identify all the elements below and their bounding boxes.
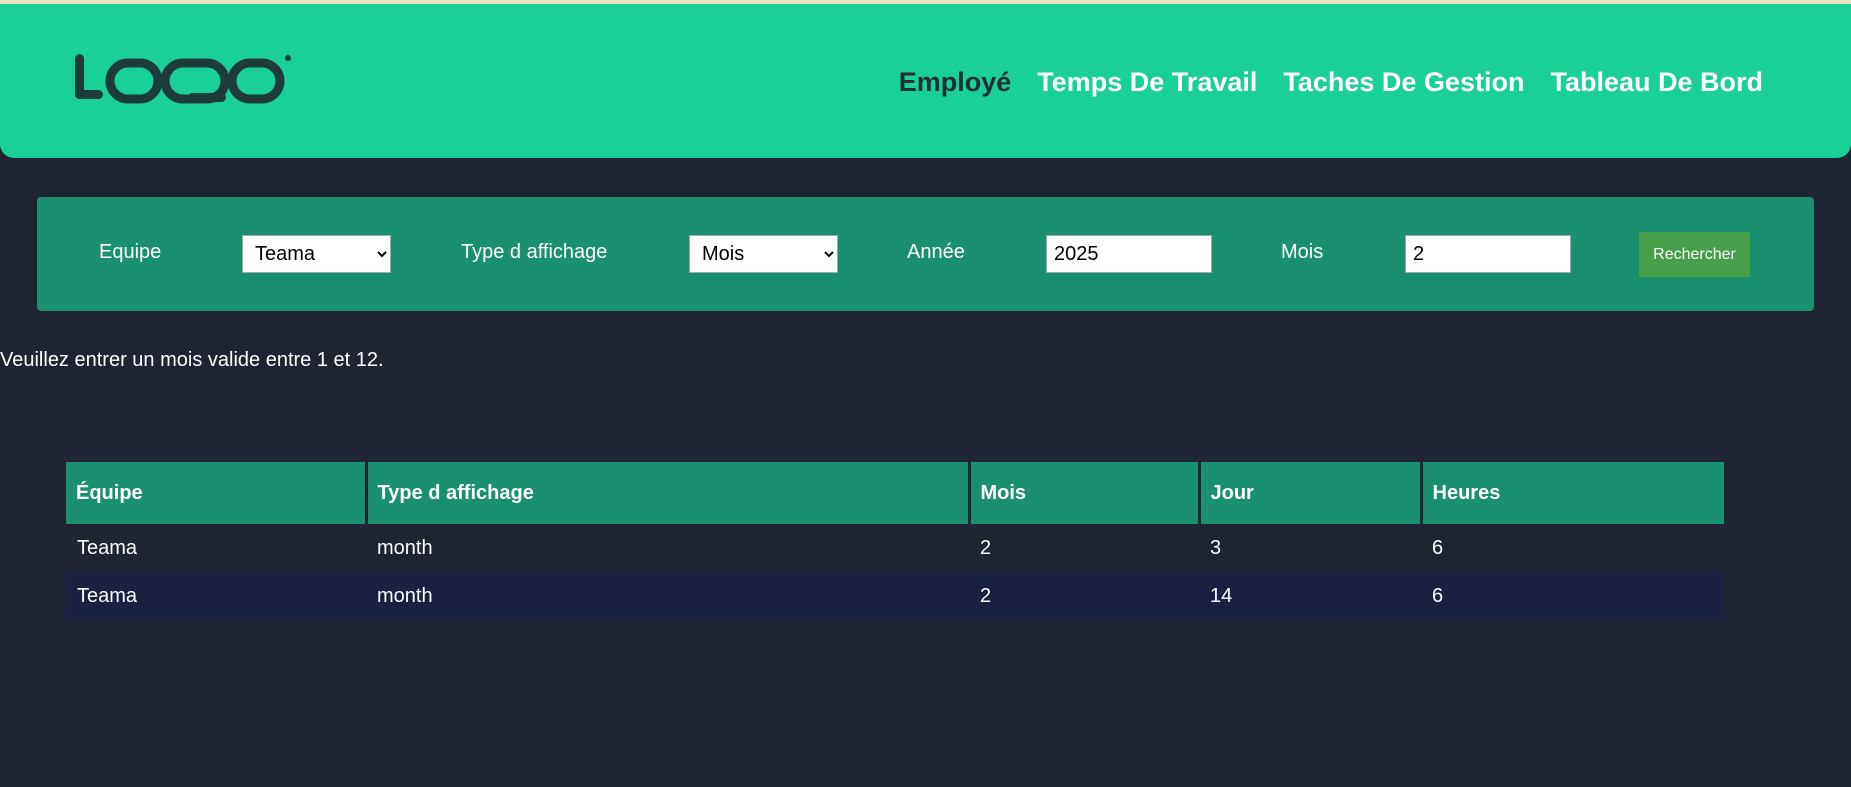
nav-item-tableau-de-bord[interactable]: Tableau De Bord (1550, 65, 1763, 99)
table-header-row: Équipe Type d affichage Mois Jour Heures (66, 462, 1724, 524)
site-header: Employé Temps De Travail Taches De Gesti… (0, 4, 1851, 158)
validation-message: Veuillez entrer un mois valide entre 1 e… (0, 349, 384, 371)
team-select[interactable]: Teama (242, 235, 391, 273)
display-type-select[interactable]: Mois (689, 235, 838, 273)
nav-item-temps-de-travail[interactable]: Temps De Travail (1037, 65, 1257, 99)
search-button[interactable]: Rechercher (1639, 232, 1750, 277)
year-input[interactable] (1046, 235, 1212, 273)
table-row: Teama month 2 3 6 (66, 524, 1724, 572)
cell-jour: 14 (1199, 572, 1421, 620)
column-header-equipe[interactable]: Équipe (66, 462, 368, 524)
column-header-jour[interactable]: Jour (1199, 462, 1423, 524)
main-nav: Employé Temps De Travail Taches De Gesti… (899, 65, 1763, 99)
nav-item-taches-de-gestion[interactable]: Taches De Gestion (1283, 65, 1524, 99)
cell-equipe: Teama (77, 536, 138, 559)
results-table: Équipe Type d affichage Mois Jour Heures… (66, 462, 1724, 620)
cell-heures: 6 (1432, 536, 1444, 559)
column-header-heures[interactable]: Heures (1421, 462, 1724, 524)
month-input[interactable] (1405, 235, 1571, 273)
logo[interactable] (72, 51, 294, 110)
cell-equipe: Teama (66, 572, 366, 620)
table-row: Teama month 2 14 6 (66, 572, 1724, 620)
cell-jour: 3 (1210, 536, 1222, 559)
year-label: Année (907, 241, 965, 263)
cell-type-affichage: month (377, 536, 433, 559)
cell-mois: 2 (969, 572, 1199, 620)
team-label: Equipe (99, 241, 162, 263)
cell-mois: 2 (980, 536, 992, 559)
cell-type-affichage: month (366, 572, 969, 620)
logo-icon (75, 54, 291, 104)
column-header-mois[interactable]: Mois (969, 462, 1201, 524)
cell-heures: 6 (1421, 572, 1724, 620)
month-label: Mois (1281, 241, 1324, 263)
filter-bar: Equipe Teama Type d affichage Mois Année… (37, 197, 1814, 311)
display-type-label: Type d affichage (461, 241, 608, 263)
column-header-type-affichage[interactable]: Type d affichage (366, 462, 971, 524)
nav-item-employe[interactable]: Employé (899, 65, 1012, 99)
